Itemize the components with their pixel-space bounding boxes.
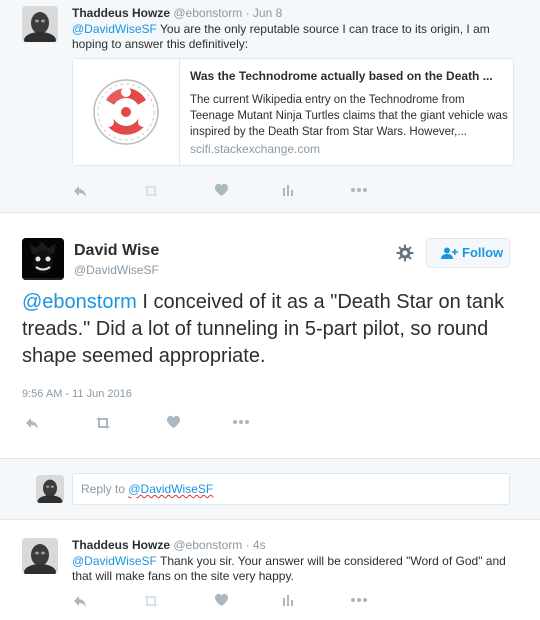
bar-chart-icon[interactable] — [282, 183, 294, 197]
tweet-text: @DavidWiseSF You are the only reputable … — [72, 22, 512, 52]
card-image — [73, 59, 180, 165]
reply-icon[interactable] — [72, 593, 88, 609]
reply-input[interactable]: Reply to @DavidWiseSF — [72, 473, 510, 505]
mention-link[interactable]: @DavidWiseSF — [72, 22, 157, 36]
author-name[interactable]: David Wise — [74, 242, 159, 260]
heart-icon[interactable] — [214, 593, 229, 607]
add-user-icon — [441, 247, 458, 263]
retweet-icon[interactable] — [94, 415, 112, 431]
tweet-header: Thaddeus Howze @ebonstorm · Jun 8 — [72, 6, 282, 20]
author-name[interactable]: Thaddeus Howze — [72, 538, 170, 552]
mention-link[interactable]: @ebonstorm — [22, 291, 137, 313]
card-title[interactable]: Was the Technodrome actually based on th… — [190, 69, 508, 83]
link-card[interactable]: Was the Technodrome actually based on th… — [72, 58, 514, 166]
tweet-time[interactable]: · Jun 8 — [246, 6, 283, 20]
more-dots-icon[interactable] — [350, 593, 368, 607]
divider — [0, 212, 540, 213]
follow-button-label: Follow — [462, 245, 504, 260]
card-domain: scifi.stackexchange.com — [190, 142, 321, 156]
more-dots-icon[interactable] — [350, 183, 368, 197]
tweet-context-top: Thaddeus Howze @ebonstorm · Jun 8 @David… — [0, 0, 540, 212]
avatar — [36, 475, 64, 503]
more-dots-icon[interactable] — [232, 415, 250, 429]
heart-icon[interactable] — [214, 183, 229, 197]
author-handle[interactable]: @DavidWiseSF — [74, 263, 159, 277]
card-description: The current Wikipedia entry on the Techn… — [190, 94, 508, 138]
tweet-actions — [24, 415, 264, 435]
author-handle[interactable]: @ebonstorm — [173, 538, 242, 552]
tweet-text: @DavidWiseSF Thank you sir. Your answer … — [72, 554, 512, 584]
retweet-icon[interactable] — [142, 183, 160, 199]
heart-icon[interactable] — [166, 415, 181, 429]
reply-icon[interactable] — [72, 183, 88, 199]
tweet-reply: Thaddeus Howze @ebonstorm · 4s @DavidWis… — [0, 520, 540, 620]
tweet-header: Thaddeus Howze @ebonstorm · 4s — [72, 538, 266, 552]
author-handle[interactable]: @ebonstorm — [173, 6, 242, 20]
reply-mention: @DavidWiseSF — [128, 482, 214, 496]
reply-prefix: Reply to — [81, 482, 129, 496]
follow-button[interactable]: Follow — [426, 238, 510, 268]
avatar[interactable] — [22, 538, 58, 574]
avatar[interactable] — [22, 6, 58, 42]
avatar[interactable] — [22, 238, 64, 280]
tweet-time[interactable]: · 4s — [246, 538, 266, 552]
gear-icon[interactable] — [396, 244, 414, 267]
tweet-actions — [72, 593, 392, 613]
tweet-actions — [72, 183, 392, 203]
tweet-timestamp[interactable]: 9:56 AM - 11 Jun 2016 — [22, 388, 132, 400]
tweet-text: @ebonstorm I conceived of it as a "Death… — [22, 289, 522, 370]
reply-icon[interactable] — [24, 415, 40, 431]
bar-chart-icon[interactable] — [282, 593, 294, 607]
author-name[interactable]: Thaddeus Howze — [72, 6, 170, 20]
retweet-icon[interactable] — [142, 593, 160, 609]
mention-link[interactable]: @DavidWiseSF — [72, 554, 157, 568]
